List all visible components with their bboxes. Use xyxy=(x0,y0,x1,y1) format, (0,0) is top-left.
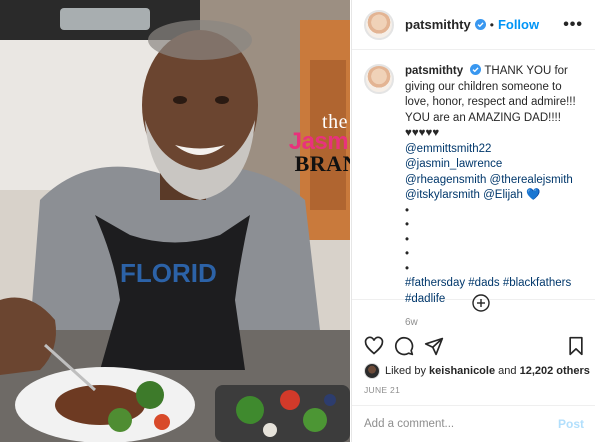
caption-body: patsmithty THANK YOU for giving our chil… xyxy=(405,64,583,328)
post-header: patsmithty • Follow ••• xyxy=(352,0,595,50)
caption-dot: • xyxy=(405,233,410,246)
svg-text:FLORID: FLORID xyxy=(120,258,217,288)
liker-avatar[interactable] xyxy=(364,363,380,379)
header-separator: • xyxy=(489,17,494,32)
bookmark-icon[interactable] xyxy=(566,336,586,356)
watermark-line3: BRAND xyxy=(294,151,350,176)
verified-badge-icon xyxy=(470,64,482,75)
caption-mentions-line1[interactable]: @emmittsmith22 @jasmin_lawrence xyxy=(405,143,502,171)
caption-dot: • xyxy=(405,204,410,217)
more-options-icon[interactable]: ••• xyxy=(563,16,583,34)
likes-count[interactable]: 12,202 others xyxy=(520,365,590,377)
comment-composer: Post xyxy=(352,405,595,442)
verified-badge-icon xyxy=(474,19,486,30)
caption-mentions-line2[interactable]: @rheagensmith @therealejsmith xyxy=(405,174,573,186)
caption-mentions-line3[interactable]: @itskylarsmith @Elijah 💙 xyxy=(405,189,540,201)
post-comment-button[interactable]: Post xyxy=(558,417,584,431)
caption-dots: • • • • • xyxy=(405,204,583,277)
comment-input[interactable] xyxy=(364,418,558,430)
action-bar xyxy=(364,336,586,358)
caption-author-avatar[interactable] xyxy=(364,64,394,94)
heart-icon[interactable] xyxy=(364,336,384,356)
plus-circle-icon[interactable] xyxy=(472,294,490,312)
caption-dot: • xyxy=(405,219,410,231)
likes-middle: and xyxy=(498,365,517,377)
likes-first-user[interactable]: keishanicole xyxy=(429,365,495,377)
caption-age: 6w xyxy=(405,317,418,328)
post-date: JUNE 21 xyxy=(364,385,401,395)
caption-username[interactable]: patsmithty xyxy=(405,65,463,77)
author-username[interactable]: patsmithty xyxy=(405,17,471,32)
caption-dot: • xyxy=(405,262,410,275)
comment-icon[interactable] xyxy=(394,336,414,356)
likes-summary: Liked by keishanicole and 12,202 others xyxy=(364,363,590,379)
likes-prefix: Liked by xyxy=(385,365,426,377)
caption-section: patsmithty THANK YOU for giving our chil… xyxy=(352,50,595,328)
send-icon[interactable] xyxy=(424,336,444,356)
photo-illustration: FLORID xyxy=(0,0,350,442)
follow-button[interactable]: Follow xyxy=(498,17,539,32)
watermark-logo: the Jasmine BRAND xyxy=(276,112,350,175)
post-detail-panel: patsmithty • Follow ••• patsmithty THANK… xyxy=(351,0,595,442)
caption-dot: • xyxy=(405,248,410,260)
post-photo[interactable]: FLORID the Jasmine BRAND xyxy=(0,0,350,442)
author-avatar[interactable] xyxy=(364,9,394,40)
